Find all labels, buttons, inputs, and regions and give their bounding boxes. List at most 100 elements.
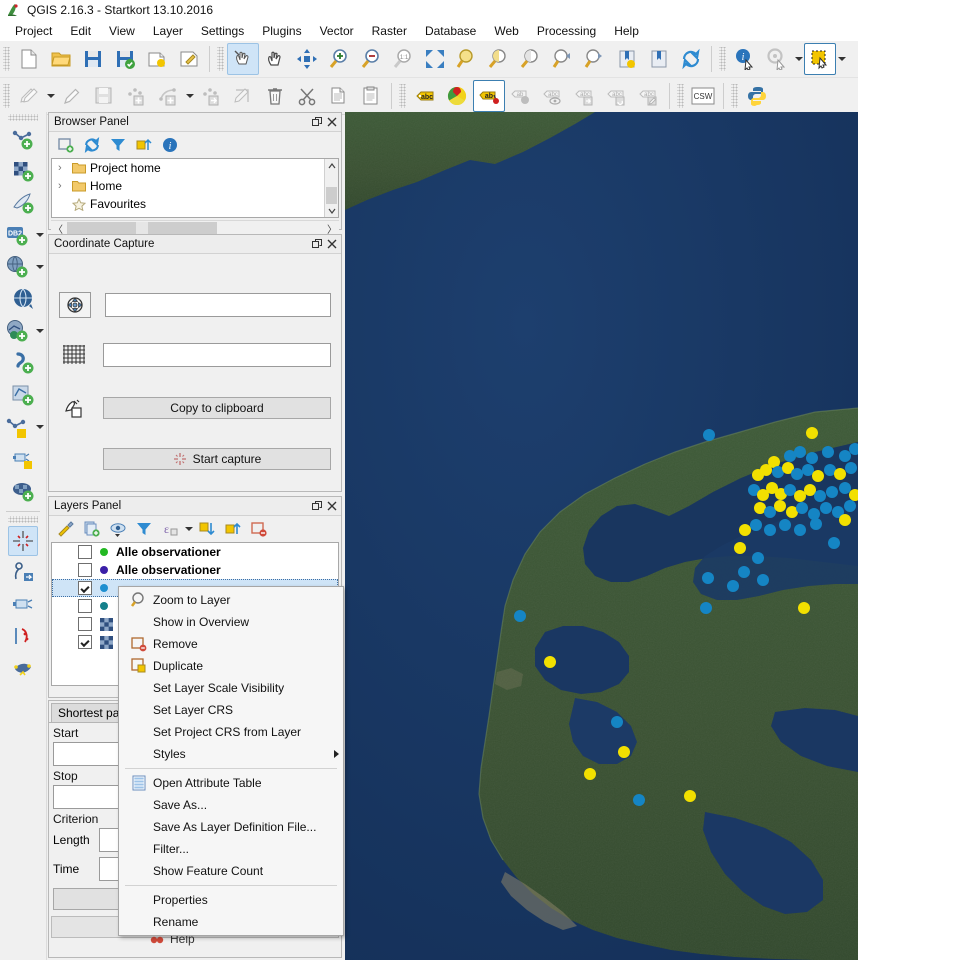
map-observation-point[interactable] [806, 427, 818, 439]
run-feature-action-button[interactable] [761, 43, 793, 75]
add-group-icon[interactable] [79, 516, 105, 542]
browser-hscroll-track[interactable] [65, 222, 325, 234]
georeferencer-button[interactable] [8, 590, 38, 620]
menu-item-help[interactable]: Help [605, 22, 648, 40]
new-project-button[interactable] [13, 43, 45, 75]
scroll-up-icon[interactable] [325, 159, 338, 172]
add-db2-layer-caret[interactable] [34, 233, 46, 237]
layer-context-menu[interactable]: Zoom to Layer Show in Overview Remove Dupli… [118, 586, 344, 936]
style-manager-icon[interactable] [53, 516, 79, 542]
browser-hscroll-thumb[interactable] [67, 222, 217, 234]
toolbar-grip[interactable] [677, 84, 684, 108]
map-observation-point[interactable] [702, 572, 714, 584]
layer-row[interactable]: Alle observationer [52, 561, 338, 579]
show-bookmarks-button[interactable] [643, 43, 675, 75]
context-menu-item-show-in-overview[interactable]: Show in Overview [119, 611, 343, 633]
add-feature-button[interactable] [120, 80, 152, 112]
map-observation-point[interactable] [814, 490, 826, 502]
map-observation-point[interactable] [806, 452, 818, 464]
menu-item-raster[interactable]: Raster [363, 22, 416, 40]
pan-map-button[interactable] [259, 43, 291, 75]
filter-icon[interactable] [105, 132, 131, 158]
layer-visibility-checkbox[interactable] [78, 599, 92, 613]
add-circular-string-caret[interactable] [184, 81, 195, 111]
map-observation-point[interactable] [734, 542, 746, 554]
vertical-toolbar-grip[interactable] [8, 516, 38, 523]
map-observation-point[interactable] [779, 519, 791, 531]
map-observation-point[interactable] [820, 502, 832, 514]
map-observation-point[interactable] [750, 519, 762, 531]
refresh-icon[interactable] [79, 132, 105, 158]
collapse-all-icon[interactable] [131, 132, 157, 158]
context-menu-item-remove[interactable]: Remove [119, 633, 343, 655]
grid-icon[interactable] [59, 343, 89, 367]
csw-catalog-button[interactable]: CSW [687, 80, 719, 112]
add-wms-layer-button[interactable] [2, 252, 32, 282]
map-observation-point[interactable] [611, 716, 623, 728]
zoom-last-button-a[interactable] [515, 43, 547, 75]
context-menu-item-set-project-crs-from-layer[interactable]: Set Project CRS from Layer [119, 721, 343, 743]
toolbar-grip[interactable] [719, 47, 726, 71]
map-observation-point[interactable] [760, 464, 772, 476]
toolbar-grip[interactable] [3, 47, 10, 71]
close-icon[interactable] [325, 115, 339, 129]
context-menu-item-filter[interactable]: Filter... [119, 838, 343, 860]
topology-checker-button[interactable] [8, 654, 38, 684]
map-observation-point[interactable] [618, 746, 630, 758]
identify-features-button[interactable]: i [729, 43, 761, 75]
toolbar-grip[interactable] [731, 84, 738, 108]
filter-legend-icon[interactable] [131, 516, 157, 542]
map-observation-point[interactable] [584, 768, 596, 780]
save-layer-edits-button[interactable] [88, 80, 120, 112]
zoom-to-layer-button[interactable] [483, 43, 515, 75]
run-feature-action-caret[interactable] [793, 44, 804, 74]
coordinate-capture-button[interactable] [8, 526, 38, 556]
new-memory-layer-button[interactable] [8, 444, 38, 474]
float-icon[interactable] [310, 115, 324, 129]
clipboard-copy-icon[interactable] [59, 396, 89, 420]
map-observation-point[interactable] [802, 464, 814, 476]
map-observation-point[interactable] [839, 450, 851, 462]
copy-to-clipboard-button[interactable]: Copy to clipboard [103, 397, 331, 419]
close-icon[interactable] [325, 499, 339, 513]
node-tool-button[interactable] [227, 80, 259, 112]
map-observation-point[interactable] [828, 537, 840, 549]
float-icon[interactable] [310, 499, 324, 513]
pin-labels-button[interactable]: ab [473, 80, 505, 112]
menu-item-web[interactable]: Web [485, 22, 527, 40]
show-unplaced-labels-button[interactable]: abc [537, 80, 569, 112]
browser-item[interactable]: Favourites [52, 195, 338, 213]
add-spatialite-layer-button[interactable] [8, 348, 38, 378]
context-menu-item-properties[interactable]: Properties [119, 889, 343, 911]
layer-visibility-checkbox[interactable] [78, 581, 92, 595]
map-observation-point[interactable] [826, 486, 838, 498]
float-icon[interactable] [310, 237, 324, 251]
close-icon[interactable] [325, 237, 339, 251]
zoom-out-button[interactable] [355, 43, 387, 75]
current-edits-button[interactable] [13, 80, 45, 112]
layer-row[interactable]: Alle observationer [52, 543, 338, 561]
expand-arrow-icon[interactable]: › [58, 180, 72, 192]
map-observation-point[interactable] [794, 524, 806, 536]
zoom-in-button[interactable] [323, 43, 355, 75]
toolbar-grip[interactable] [3, 84, 10, 108]
add-layers-icon[interactable] [53, 132, 79, 158]
refresh-button[interactable] [675, 43, 707, 75]
delete-selected-button[interactable] [259, 80, 291, 112]
copy-features-button[interactable] [323, 80, 355, 112]
python-console-button[interactable] [741, 80, 773, 112]
map-observation-point[interactable] [822, 446, 834, 458]
add-wms-layer-caret[interactable] [34, 265, 46, 269]
menu-item-database[interactable]: Database [416, 22, 485, 40]
context-menu-item-duplicate[interactable]: Duplicate [119, 655, 343, 677]
map-observation-point[interactable] [794, 446, 806, 458]
map-observation-point[interactable] [703, 429, 715, 441]
map-observation-point[interactable] [739, 524, 751, 536]
map-observation-point[interactable] [791, 468, 803, 480]
layer-visibility-checkbox[interactable] [78, 635, 92, 649]
save-project-button[interactable] [77, 43, 109, 75]
map-observation-point[interactable] [798, 602, 810, 614]
browser-item[interactable]: › Project home [52, 159, 338, 177]
context-menu-item-styles[interactable]: Styles [119, 743, 343, 765]
map-observation-point[interactable] [774, 500, 786, 512]
